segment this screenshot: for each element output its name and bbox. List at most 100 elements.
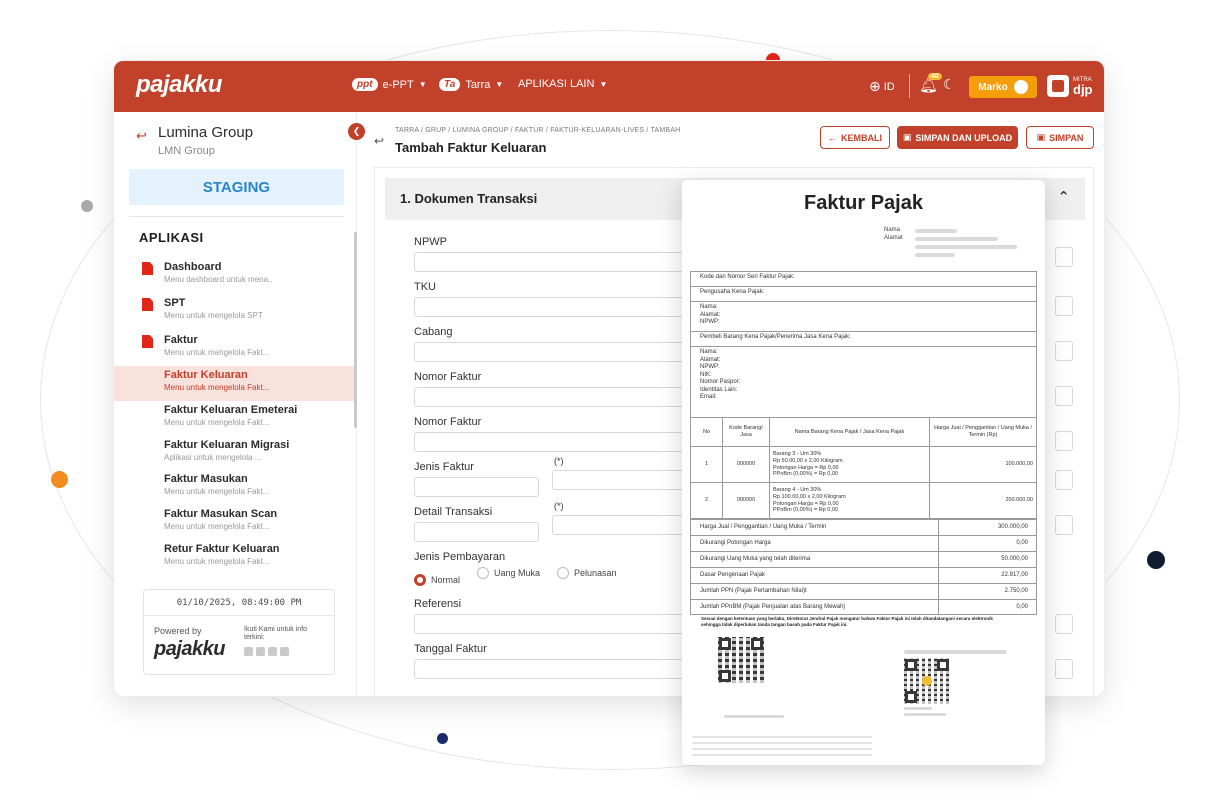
item-line: Potongan Harga = Rp 0,00 (773, 464, 839, 471)
col-nama: Nama Barang Kena Pajak / Jasa Kena Pajak (769, 417, 930, 447)
detail-transaksi-input[interactable] (414, 522, 539, 542)
summary-label: Dasar Pengenaan Pajak (700, 572, 766, 578)
back-arrow-icon[interactable]: ↩ (136, 128, 147, 144)
djp-logo-icon (1047, 75, 1069, 97)
radio-normal[interactable]: Normal (414, 574, 460, 586)
placeholder-bar (915, 237, 998, 241)
nav-tarra[interactable]: Ta Tarra ▼ (439, 78, 503, 91)
placeholder-bar (904, 713, 946, 716)
back-button[interactable]: ← KEMBALI (820, 126, 890, 149)
djp-label: djp (1073, 81, 1093, 97)
tanggal-faktur-label: Tanggal Faktur (414, 643, 487, 655)
invoice-pengusaha: Pengusaha Kena Pajak: (690, 286, 1037, 301)
sidebar-item-faktur-keluaran[interactable]: Faktur Keluaran Menu untuk mengelola Fak… (114, 366, 354, 401)
sidebar-item-desc: Menu untuk mengelola Fakt... (164, 557, 270, 566)
chevron-up-icon[interactable]: ⌃ (1057, 188, 1070, 206)
sidebar-item-faktur-keluaran-migrasi[interactable]: Faktur Keluaran Migrasi Aplikasi untuk m… (114, 436, 354, 471)
nav-aplikasi-label: APLIKASI LAIN (518, 78, 595, 90)
summary-row: Harga Jual / Penggantian / Uang Muka / T… (690, 519, 1037, 535)
language-code: ID (883, 80, 895, 93)
youtube-icon[interactable] (280, 647, 289, 656)
nav-aplikasi-lain[interactable]: APLIKASI LAIN ▼ (518, 78, 607, 90)
item-desc: Barang 4 - Um 30% Rp 100.00,00 x 2,00 Ki… (769, 482, 930, 519)
sidebar-scrollbar[interactable] (354, 232, 357, 428)
sidebar-item-spt[interactable]: SPT Menu untuk mengelola SPT (114, 294, 354, 329)
field-sliver (1055, 296, 1073, 316)
invoice-kode-seri: Kode dan Nomor Seri Faktur Pajak: (690, 271, 1037, 286)
radio-uang-muka[interactable]: Uang Muka (477, 567, 540, 579)
sidebar-item-faktur-masukan[interactable]: Faktur Masukan Menu untuk mengelola Fakt… (114, 470, 354, 505)
datetime: 01/10/2025, 08:49:00 PM (176, 598, 302, 608)
chevron-down-icon: ▼ (418, 80, 427, 89)
item-line: Barang 3 - Um 30% (773, 451, 822, 458)
field-email: Email: (700, 394, 717, 400)
summary-value: 50.000,00 (1001, 556, 1028, 562)
summary-row: Jumlah PPN (Pajak Pertambahan Nilai)t 2.7… (690, 583, 1037, 599)
item-kode: 000000 (722, 446, 770, 483)
sidebar-item-faktur-masukan-scan[interactable]: Faktur Masukan Scan Menu untuk mengelola… (114, 505, 354, 540)
sidebar-item-label: Faktur Masukan Scan (164, 508, 278, 520)
sidebar-item-faktur-keluaran-emeterai[interactable]: Faktur Keluaran Emeterai Menu untuk meng… (114, 401, 354, 436)
chevron-down-icon: ▼ (495, 80, 504, 89)
jenis-pembayaran-label: Jenis Pembayaran (414, 551, 506, 563)
page-title: Tambah Faktur Keluaran (395, 140, 547, 155)
globe-icon: ⊕ (869, 78, 881, 94)
field-alamat: Alamat: (700, 311, 721, 318)
jenis-faktur-input[interactable] (414, 477, 539, 497)
nav-eppt[interactable]: ppt e-PPT ▼ (352, 78, 427, 91)
pajakku-logo[interactable]: pajakku (136, 71, 222, 99)
nav-eppt-label: e-PPT (382, 78, 414, 91)
decor-dot-navy (1147, 551, 1165, 569)
language-selector[interactable]: ⊕ ID (869, 78, 895, 95)
field-nama: Nama: (700, 349, 718, 355)
radio-pelunasan[interactable]: Pelunasan (557, 567, 617, 579)
save-icon: ▣ (1036, 132, 1046, 142)
sidebar-item-faktur[interactable]: Faktur Menu untuk mengelola Fakt... (114, 331, 354, 366)
sidebar-item-desc: Menu untuk mengelola Fakt... (164, 418, 270, 427)
save-upload-button[interactable]: ▣ SIMPAN DAN UPLOAD (897, 126, 1018, 149)
sidebar-item-desc: Menu dashboard untuk mena.. (164, 275, 273, 284)
invoice-pembeli-fields: Nama: Alamat: NPWP: NIK: Nomor Paspor: I… (690, 346, 1037, 417)
item-line: PPnBm (0,00%) = Rp 0,00 (773, 471, 838, 478)
summary-label: Jumlah PPnBM (Pajak Penjualan atas Baran… (700, 604, 846, 610)
sidebar-item-label: Faktur Keluaran Emeterai (164, 404, 298, 416)
invoice-seller-labels: Nama Alamat (884, 227, 903, 242)
summary-value: 0,00 (1016, 604, 1028, 610)
tiktok-icon[interactable] (268, 647, 277, 656)
sidebar-item-retur-faktur-keluaran[interactable]: Retur Faktur Keluaran Menu untuk mengelo… (114, 540, 354, 575)
sidebar-item-desc: Menu untuk mengelola Fakt... (164, 487, 270, 496)
save-label: SIMPAN (1049, 132, 1084, 143)
collapse-sidebar-button[interactable]: ❮ (348, 123, 365, 140)
instagram-icon[interactable] (244, 647, 253, 656)
linkedin-icon[interactable] (256, 647, 265, 656)
save-button[interactable]: ▣ SIMPAN (1026, 126, 1094, 149)
summary-label: Dikurangi Uang Muka yang telah diterima (700, 556, 811, 562)
item-harga: 100.000,00 (929, 446, 1037, 483)
placeholder-bar (724, 715, 784, 718)
summary-label: Jumlah PPN (Pajak Pertambahan Nilai)t (700, 588, 807, 594)
chevron-down-icon: ▼ (599, 79, 608, 89)
summary-row: Dikurangi Uang Muka yang telah diterima 5… (690, 551, 1037, 567)
field-sliver (1055, 431, 1073, 451)
top-bar: pajakku ppt e-PPT ▼ Ta Tarra ▼ APLIKASI … (114, 61, 1104, 112)
summary-label: Harga Jual / Penggantian / Uang Muka / T… (700, 524, 827, 530)
field-nik: NIK: (700, 371, 712, 378)
mitra-djp-logo: MITRA djp (1047, 75, 1093, 97)
tku-label: TKU (414, 281, 436, 293)
sidebar-item-label: Faktur (164, 334, 198, 346)
sidebar-item-label: Faktur Keluaran Migrasi (164, 439, 290, 451)
summary-row: Dasar Pengenaan Pajak 22.917,00 (690, 567, 1037, 583)
back-arrow-icon[interactable]: ↩ (374, 134, 384, 148)
field-sliver (1055, 659, 1073, 679)
qr-code-right (904, 658, 950, 704)
moon-icon[interactable]: ☾ (943, 76, 956, 93)
item-desc: Barang 3 - Um 30% Rp 50.00,00 x 2,00 Kil… (769, 446, 930, 483)
radio-label: Normal (431, 575, 461, 585)
powered-by-label: Powered by (154, 626, 202, 636)
radio-unselected-icon (557, 567, 569, 579)
social-links (244, 647, 289, 656)
user-menu-button[interactable]: Marko (969, 76, 1037, 98)
sidebar-item-dashboard[interactable]: Dashboard Menu dashboard untuk mena.. (114, 258, 354, 293)
summary-value: 300.000,00 (997, 524, 1028, 530)
invoice-pengusaha-fields: Nama: Alamat: NPWP: (690, 301, 1037, 331)
